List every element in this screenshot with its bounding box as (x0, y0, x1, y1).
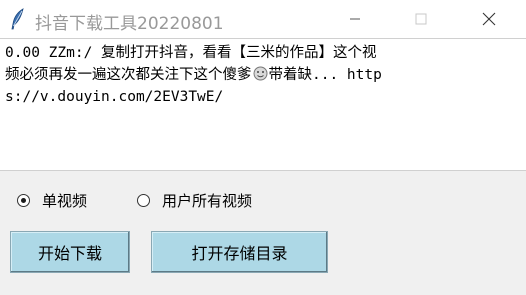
feather-icon (11, 8, 24, 30)
single-video-label: 单视频 (42, 192, 88, 210)
single-video-radio[interactable]: 单视频 (17, 190, 87, 211)
maximize-icon (415, 13, 427, 25)
textbox-line-1: 0.00 ZZm:/ 复制打开抖音，看看【三米的作品】这个视 (5, 45, 377, 61)
minimize-icon (350, 18, 360, 20)
share-link-textbox[interactable]: 0.00 ZZm:/ 复制打开抖音，看看【三米的作品】这个视 频必须再发一遍这次… (0, 38, 526, 171)
all-videos-radio[interactable]: 用户所有视频 (137, 190, 252, 211)
window-title: 抖音下载工具20220801 (35, 14, 224, 34)
minimize-button[interactable] (332, 0, 378, 38)
app-window: 抖音下载工具20220801 0.00 ZZm:/ 复制打开抖音，看看【三米的作… (0, 0, 526, 295)
emoji-icon (253, 66, 267, 81)
all-videos-label: 用户所有视频 (162, 192, 253, 210)
open-storage-dir-button[interactable]: 打开存储目录 (151, 231, 328, 273)
textbox-line-2-text: 频必须再发一遍这次都关注下这个傻爹 (5, 67, 252, 83)
close-button[interactable] (466, 0, 512, 38)
all-videos-radio-circle[interactable] (137, 194, 150, 207)
close-icon (482, 12, 496, 26)
title-bar[interactable]: 抖音下载工具20220801 (0, 0, 526, 38)
textbox-line-2: 频必须再发一遍这次都关注下这个傻爹 带着缺... http (5, 64, 526, 86)
start-download-button[interactable]: 开始下载 (10, 231, 130, 273)
single-video-radio-circle[interactable] (17, 194, 30, 207)
textbox-line-2-tail: 带着缺... http (268, 67, 382, 83)
textbox-line-3: s://v.douyin.com/2EV3TwE/ (5, 89, 224, 105)
maximize-button[interactable] (398, 0, 444, 38)
